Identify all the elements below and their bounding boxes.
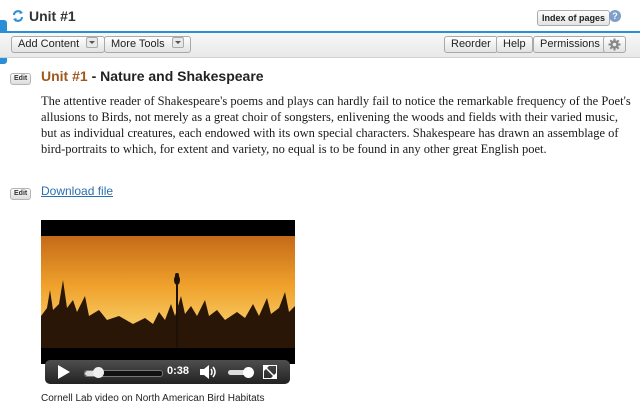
video-frame xyxy=(41,220,295,364)
toolbar: Add Content More Tools Reorder Help Perm… xyxy=(0,33,640,58)
seek-handle[interactable] xyxy=(92,367,104,378)
help-icon[interactable]: ? xyxy=(609,10,621,22)
download-file-link[interactable]: Download file xyxy=(41,184,113,198)
page-title-unit: Unit #1 xyxy=(41,68,88,84)
gear-icon xyxy=(608,38,621,51)
page-header: Unit #1 Index of pages ? xyxy=(0,0,640,32)
page-title-separator: - xyxy=(87,68,101,84)
add-content-button[interactable]: Add Content xyxy=(11,36,106,53)
more-tools-button[interactable]: More Tools xyxy=(104,36,191,53)
video-caption: Cornell Lab video on North American Bird… xyxy=(41,393,265,404)
add-content-label: Add Content xyxy=(18,38,80,50)
play-icon[interactable] xyxy=(57,365,71,379)
more-tools-label: More Tools xyxy=(111,38,165,50)
volume-handle[interactable] xyxy=(243,367,254,378)
index-of-pages-button[interactable]: Index of pages xyxy=(537,10,611,26)
edit-title-button[interactable]: Edit xyxy=(10,73,32,85)
video-player[interactable] xyxy=(41,220,295,364)
playback-time: 0:38 xyxy=(167,365,190,377)
settings-button[interactable] xyxy=(603,36,626,53)
unit-refresh-icon xyxy=(12,9,24,23)
page-title-text: Nature and Shakespeare xyxy=(100,68,264,84)
reorder-button[interactable]: Reorder xyxy=(444,36,498,53)
video-controls: 0:38 xyxy=(45,360,290,384)
chevron-down-icon xyxy=(171,37,184,48)
fullscreen-icon[interactable] xyxy=(263,365,277,379)
edit-download-button[interactable]: Edit xyxy=(10,188,32,200)
body-paragraph: The attentive reader of Shakespeare's po… xyxy=(41,94,631,156)
help-button[interactable]: Help xyxy=(496,36,533,53)
page-title: Unit #1 - Nature and Shakespeare xyxy=(41,68,264,84)
chevron-down-icon xyxy=(86,37,99,48)
permissions-button[interactable]: Permissions xyxy=(533,36,607,53)
volume-icon[interactable] xyxy=(200,365,218,379)
unit-title: Unit #1 xyxy=(29,8,76,24)
